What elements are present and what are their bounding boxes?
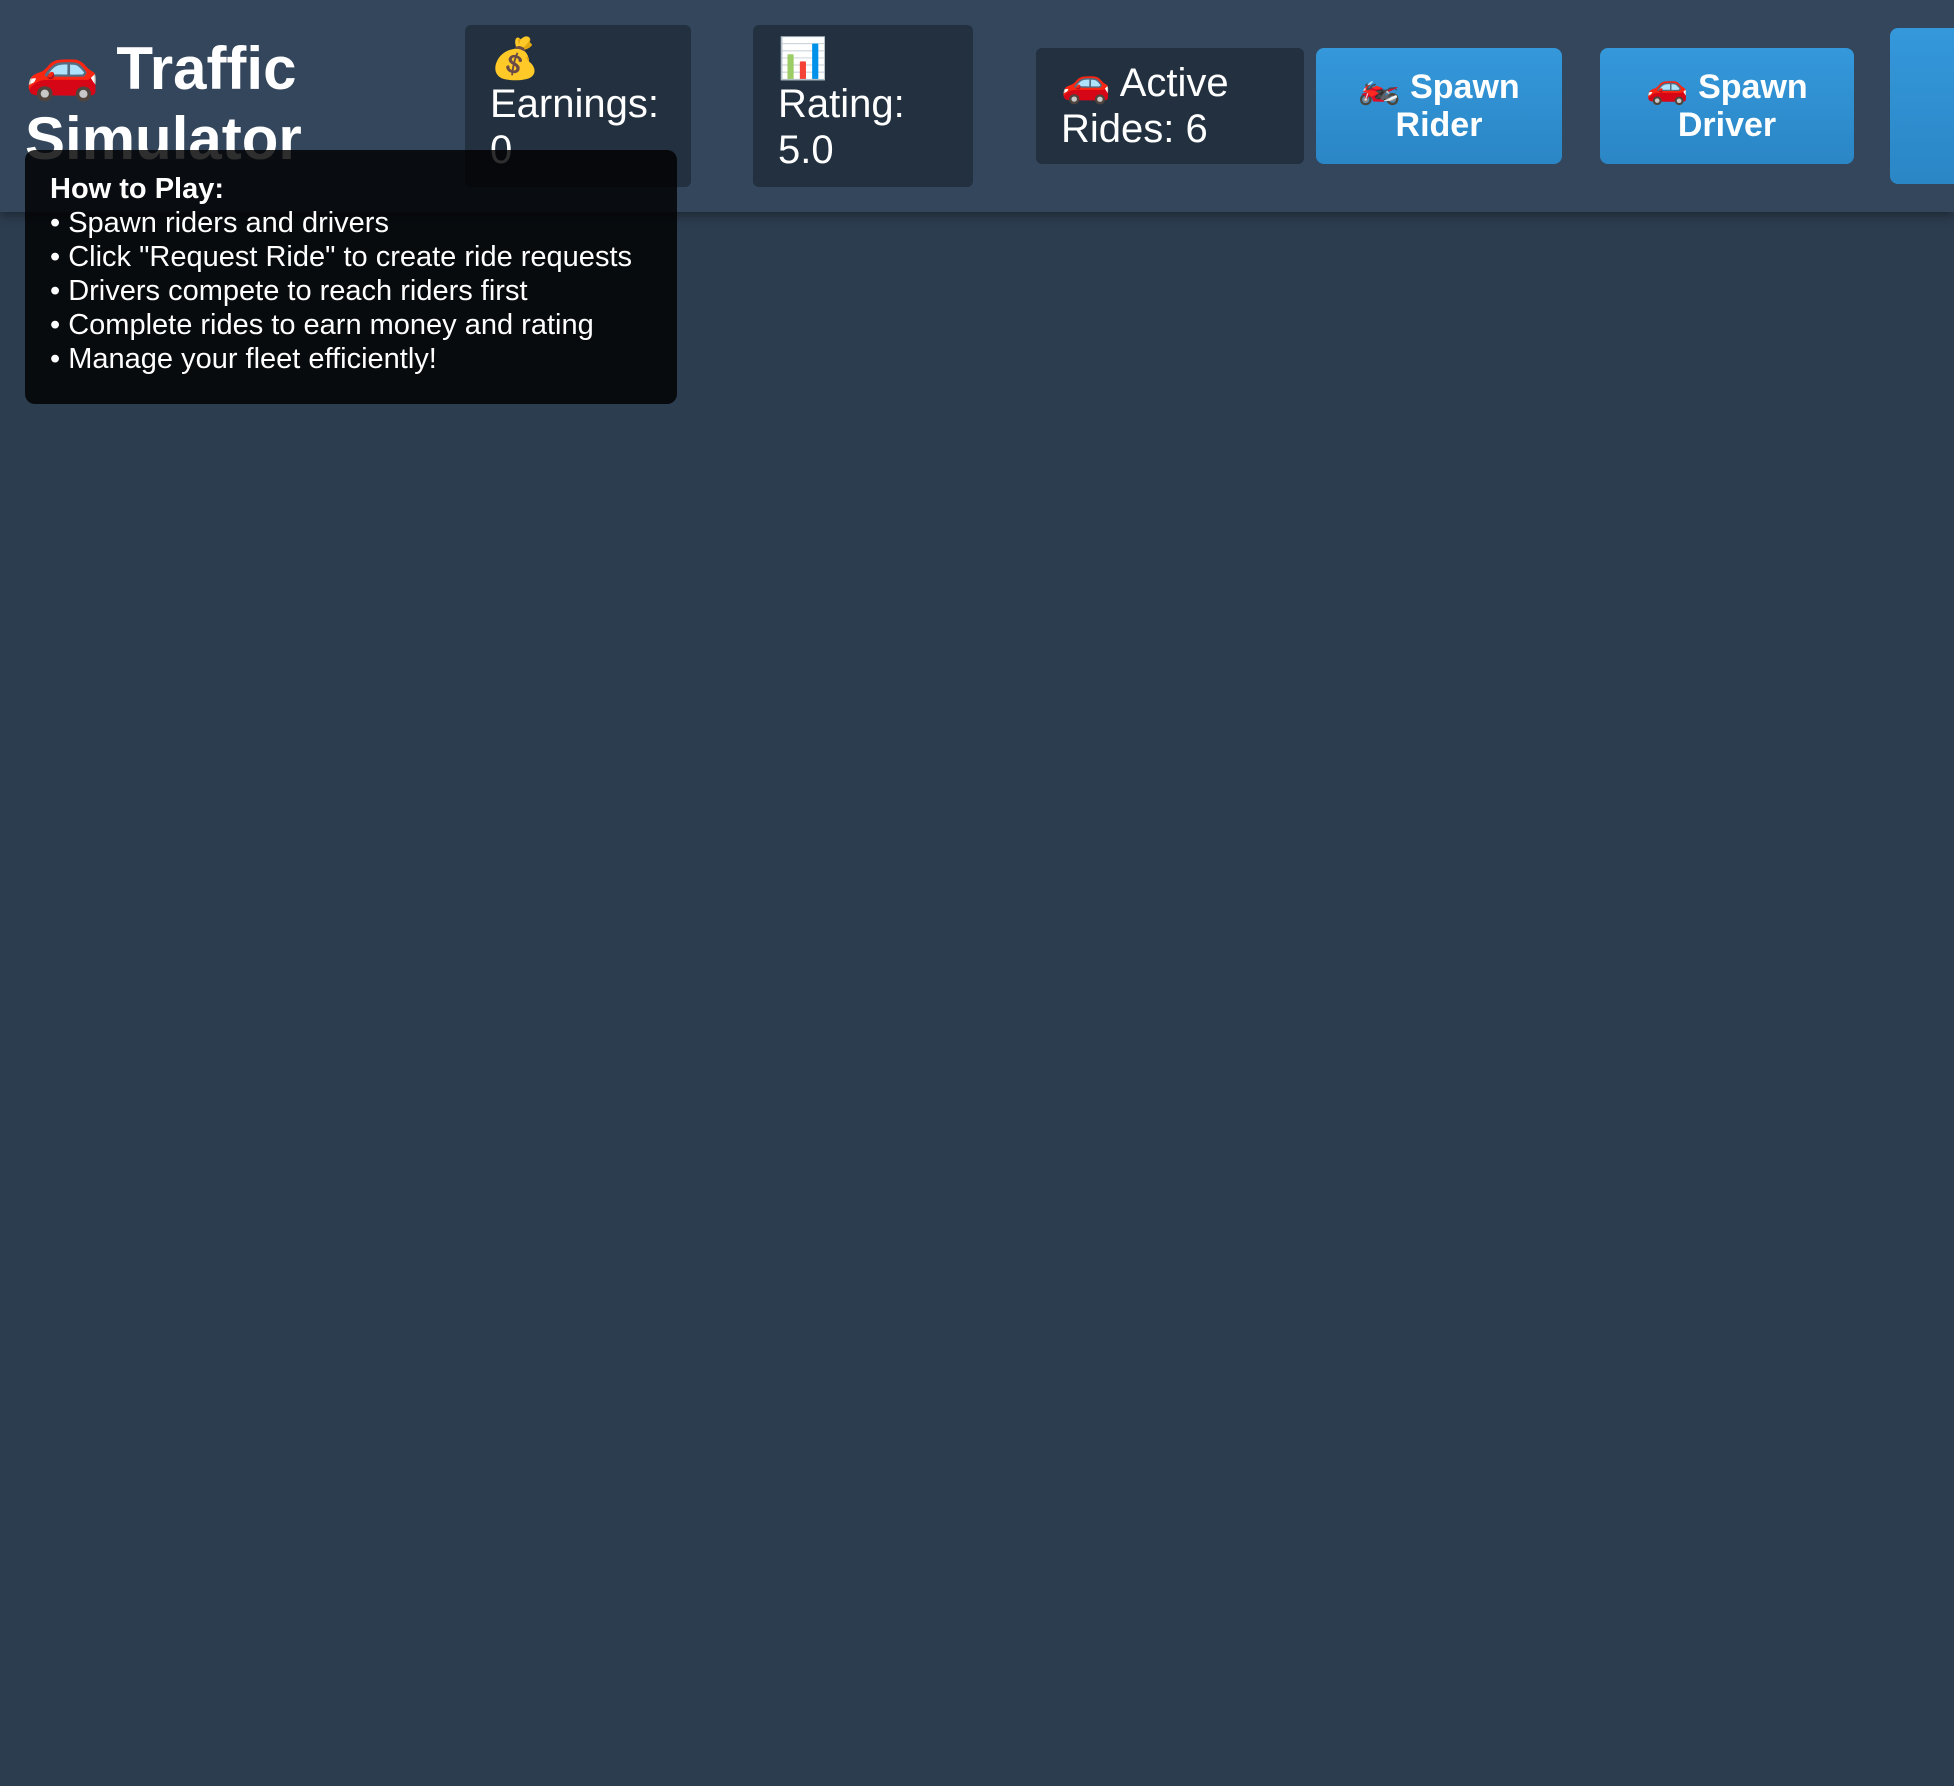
rating-label: Rating: 5.0 (778, 82, 905, 172)
rating-stat: 📊 Rating: 5.0 (753, 25, 973, 187)
car-icon: 🚗 (25, 35, 100, 102)
bar-chart-icon: 📊 (778, 37, 828, 81)
motorcycle-icon: 🏍️ (1358, 68, 1401, 106)
active-rides-stat: 🚗 Active Rides: 6 (1036, 48, 1304, 164)
money-bag-icon: 💰 (490, 37, 540, 81)
car-icon: 🚗 (1646, 68, 1689, 106)
spawn-rider-button[interactable]: 🏍️ Spawn Rider (1316, 48, 1562, 164)
spawn-rider-label: Spawn Rider (1395, 68, 1520, 144)
game-canvas[interactable] (0, 212, 1954, 1786)
car-icon: 🚗 (1061, 61, 1111, 105)
spawn-driver-button[interactable]: 🚗 Spawn Driver (1600, 48, 1854, 164)
help-title: How to Play: (50, 173, 225, 205)
offscreen-button[interactable] (1890, 28, 1954, 184)
spawn-driver-label: Spawn Driver (1677, 68, 1808, 144)
